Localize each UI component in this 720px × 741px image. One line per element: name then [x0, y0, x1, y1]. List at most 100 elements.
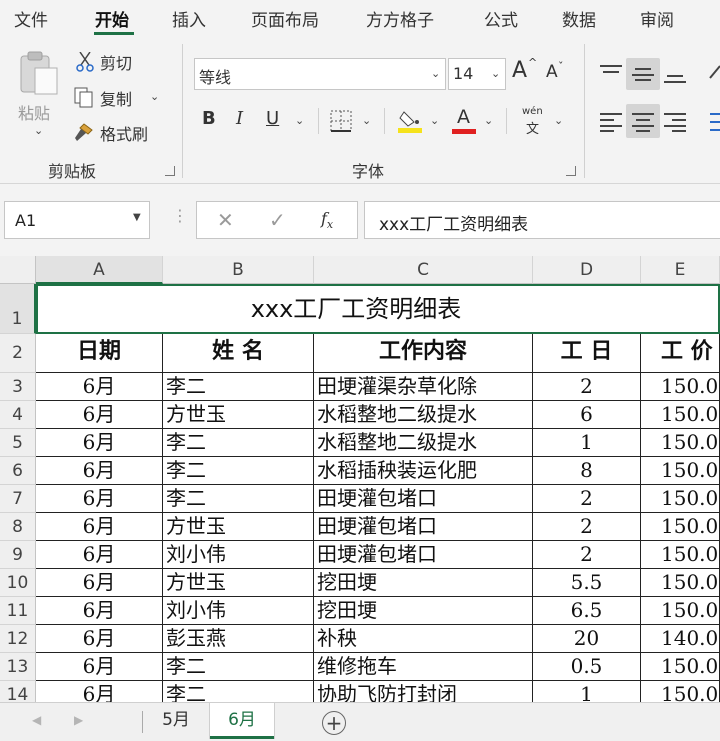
cell-date[interactable]: 6月	[36, 625, 163, 653]
cell-rate[interactable]: 150.0	[641, 541, 720, 569]
row-header-5[interactable]: 5	[0, 429, 36, 457]
align-center-icon[interactable]	[632, 112, 654, 132]
column-header-c[interactable]: C	[314, 256, 533, 284]
cell-date[interactable]: 6月	[36, 401, 163, 429]
phonetic-dropdown-icon[interactable]: ⌄	[554, 114, 563, 127]
row-header-13[interactable]: 13	[0, 653, 36, 681]
underline-button[interactable]: U	[266, 108, 279, 129]
align-middle-icon[interactable]	[632, 64, 654, 82]
cell-days[interactable]: 6	[533, 401, 641, 429]
menu-tab-page-layout[interactable]: 页面布局	[251, 6, 319, 31]
column-header-a[interactable]: A	[36, 256, 163, 284]
cell-name[interactable]: 方世玉	[163, 569, 314, 597]
row-header-11[interactable]: 11	[0, 597, 36, 625]
cell-rate[interactable]: 150.0	[641, 681, 720, 702]
header-cell-rate[interactable]: 工 价	[641, 334, 720, 373]
cell-name[interactable]: 李二	[163, 373, 314, 401]
cell-name[interactable]: 李二	[163, 485, 314, 513]
copy-dropdown-icon[interactable]: ⌄	[150, 90, 159, 103]
cell-rate[interactable]: 150.0	[641, 373, 720, 401]
cell-name[interactable]: 李二	[163, 457, 314, 485]
row-header-12[interactable]: 12	[0, 625, 36, 653]
header-cell-work[interactable]: 工作内容	[314, 334, 533, 373]
sheet-tab-may[interactable]: 5月	[144, 703, 208, 739]
select-all-corner[interactable]	[0, 256, 36, 284]
menu-tab-file[interactable]: 文件	[14, 6, 48, 31]
cell-name[interactable]: 彭玉燕	[163, 625, 314, 653]
font-color-dropdown-icon[interactable]: ⌄	[484, 114, 493, 127]
cell-rate[interactable]: 150.0	[641, 653, 720, 681]
menu-tab-fangfang[interactable]: 方方格子	[366, 6, 434, 31]
row-header-7[interactable]: 7	[0, 485, 36, 513]
cell-date[interactable]: 6月	[36, 513, 163, 541]
cell-work[interactable]: 挖田埂	[314, 597, 533, 625]
cell-work[interactable]: 田埂灌渠杂草化除	[314, 373, 533, 401]
header-cell-days[interactable]: 工 日	[533, 334, 641, 373]
font-launcher-icon[interactable]	[566, 166, 576, 176]
cell-rate[interactable]: 150.0	[641, 569, 720, 597]
header-cell-name[interactable]: 姓 名	[163, 334, 314, 373]
row-header-4[interactable]: 4	[0, 401, 36, 429]
cell-date[interactable]: 6月	[36, 485, 163, 513]
menu-tab-review[interactable]: 审阅	[640, 6, 674, 31]
cell-name[interactable]: 方世玉	[163, 513, 314, 541]
cell-rate[interactable]: 150.0	[641, 513, 720, 541]
cell-days[interactable]: 5.5	[533, 569, 641, 597]
phonetic-button[interactable]: wén 文	[520, 106, 548, 137]
cell-rate[interactable]: 150.0	[641, 457, 720, 485]
fill-color-dropdown-icon[interactable]: ⌄	[430, 114, 439, 127]
indent-icon[interactable]	[708, 112, 720, 132]
cell-work[interactable]: 田埂灌包堵口	[314, 541, 533, 569]
cell-name[interactable]: 刘小伟	[163, 541, 314, 569]
cell-rate[interactable]: 150.0	[641, 485, 720, 513]
cell-rate[interactable]: 150.0	[641, 401, 720, 429]
cancel-icon[interactable]: ✕	[217, 208, 234, 232]
fill-color-icon[interactable]	[398, 108, 422, 134]
cell-date[interactable]: 6月	[36, 429, 163, 457]
cell-name[interactable]: 方世玉	[163, 401, 314, 429]
menu-tab-home[interactable]: 开始	[95, 6, 129, 31]
cell-days[interactable]: 20	[533, 625, 641, 653]
add-sheet-button[interactable]: +	[322, 711, 346, 735]
cell-days[interactable]: 6.5	[533, 597, 641, 625]
grow-font-button[interactable]: A ^	[512, 56, 537, 88]
cell-work[interactable]: 水稻插秧装运化肥	[314, 457, 533, 485]
cell-rate[interactable]: 140.0	[641, 625, 720, 653]
cell-days[interactable]: 0.5	[533, 653, 641, 681]
cell-date[interactable]: 6月	[36, 597, 163, 625]
cell-date[interactable]: 6月	[36, 541, 163, 569]
name-box-dropdown-icon[interactable]: ▼	[133, 212, 141, 223]
cell-work[interactable]: 补秧	[314, 625, 533, 653]
cell-date[interactable]: 6月	[36, 569, 163, 597]
cell-date[interactable]: 6月	[36, 373, 163, 401]
menu-tab-insert[interactable]: 插入	[172, 6, 206, 31]
cell-name[interactable]: 李二	[163, 429, 314, 457]
align-right-icon[interactable]	[664, 112, 686, 132]
menu-tab-data[interactable]: 数据	[562, 6, 596, 31]
row-header-2[interactable]: 2	[0, 334, 36, 373]
cell-rate[interactable]: 150.0	[641, 429, 720, 457]
row-header-9[interactable]: 9	[0, 541, 36, 569]
row-header-3[interactable]: 3	[0, 373, 36, 401]
cell-work[interactable]: 协助飞防打封闭	[314, 681, 533, 702]
cell-date[interactable]: 6月	[36, 457, 163, 485]
cell-date[interactable]: 6月	[36, 653, 163, 681]
font-color-button[interactable]: A	[452, 106, 478, 134]
align-bottom-icon[interactable]	[664, 66, 686, 84]
copy-button[interactable]: 复制 ⌄	[72, 86, 166, 110]
cell-days[interactable]: 1	[533, 429, 641, 457]
name-box[interactable]: A1 ▼	[4, 201, 150, 239]
cell-work[interactable]: 挖田埂	[314, 569, 533, 597]
cell-work[interactable]: 田埂灌包堵口	[314, 513, 533, 541]
check-icon[interactable]: ✓	[269, 208, 286, 232]
row-header-8[interactable]: 8	[0, 513, 36, 541]
column-header-d[interactable]: D	[533, 256, 641, 284]
orientation-icon[interactable]	[708, 62, 720, 82]
next-sheet-icon[interactable]: ▶	[74, 713, 83, 727]
prev-sheet-icon[interactable]: ◀	[32, 713, 41, 727]
cell-days[interactable]: 1	[533, 681, 641, 702]
column-header-b[interactable]: B	[163, 256, 314, 284]
format-painter-button[interactable]: 格式刷	[72, 121, 162, 145]
insert-function-icon[interactable]: fx	[321, 209, 333, 231]
font-name-select[interactable]: 等线 ⌄	[194, 58, 446, 90]
